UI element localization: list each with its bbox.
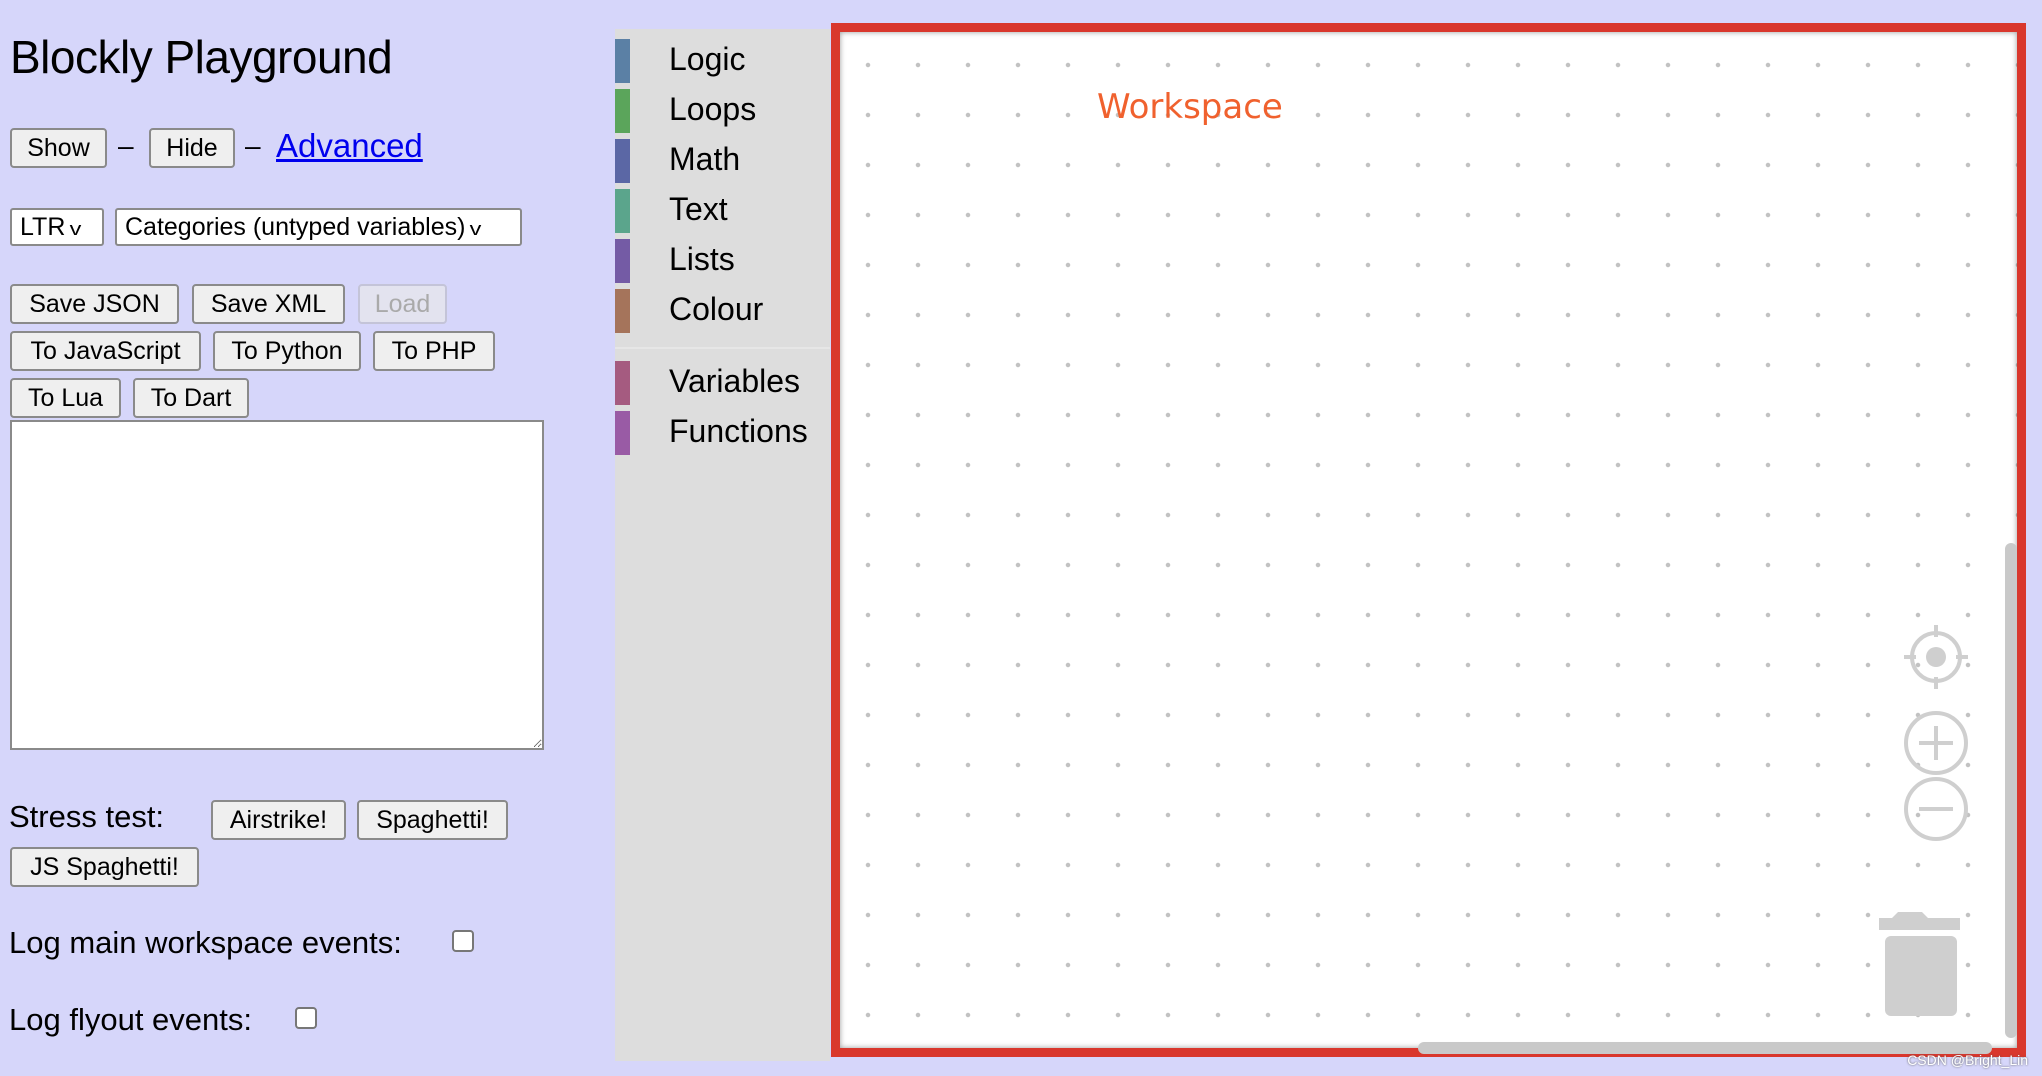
horizontal-scrollbar[interactable] [1418,1042,1992,1054]
category-label: Functions [669,413,808,449]
category-color-bar [615,39,630,83]
toolbox-select[interactable]: Categories (untyped variables) v [115,208,522,246]
category-color-bar [615,361,630,405]
toolbox-category-colour[interactable]: Colour [615,289,830,333]
category-label: Lists [669,241,735,277]
toolbox-category-text[interactable]: Text [615,189,830,233]
to-javascript-button[interactable]: To JavaScript [10,331,201,371]
js-spaghetti-button[interactable]: JS Spaghetti! [10,847,199,887]
vertical-scrollbar[interactable] [2005,543,2017,1038]
page-title: Blockly Playground [10,31,393,83]
category-color-bar [615,89,630,133]
advanced-link[interactable]: Advanced [276,127,423,165]
category-label: Colour [669,291,764,327]
zoom-out-icon[interactable] [1901,777,1971,847]
to-lua-button[interactable]: To Lua [10,378,121,418]
zoom-in-icon[interactable] [1901,708,1971,778]
stress-test-label: Stress test: [9,799,165,834]
category-label: Variables [669,363,801,399]
to-dart-button[interactable]: To Dart [133,378,249,418]
category-color-bar [615,189,630,233]
to-python-button[interactable]: To Python [213,331,361,371]
save-xml-button[interactable]: Save XML [192,284,345,324]
category-color-bar [615,139,630,183]
category-color-bar [615,411,630,455]
save-json-button[interactable]: Save JSON [10,284,179,324]
chevron-down-icon: v [470,219,482,239]
category-color-bar [615,289,630,333]
to-php-button[interactable]: To PHP [373,331,495,371]
direction-value: LTR [20,213,66,241]
code-output-textarea[interactable] [10,420,544,750]
show-button[interactable]: Show [10,128,107,168]
category-label: Loops [669,91,757,127]
category-label: Logic [669,41,746,77]
log-flyout-label: Log flyout events: [9,1002,252,1037]
category-label: Text [669,191,728,227]
toolbox-category-loops[interactable]: Loops [615,89,830,133]
chevron-down-icon: v [70,219,82,239]
category-color-bar [615,239,630,283]
toolbox-category-lists[interactable]: Lists [615,239,830,283]
spaghetti-button[interactable]: Spaghetti! [357,800,508,840]
toolbox-category-math[interactable]: Math [615,139,830,183]
toolbox: Logic Loops Math Text Lists Colour Variables Fu… [615,29,830,1061]
direction-select[interactable]: LTR v [10,208,104,246]
toolbox-category-functions[interactable]: Functions [615,411,830,455]
workspace-label: Workspace [1097,87,1283,127]
trash-icon[interactable] [1876,908,1966,1018]
toolbox-separator [615,347,830,349]
log-flyout-checkbox[interactable] [295,1007,317,1029]
separator: – [245,130,261,161]
recenter-icon[interactable] [1901,622,1971,692]
watermark: CSDN @Bright_Lin [1907,1052,2028,1068]
toolbox-value: Categories (untyped variables) [125,213,466,241]
hide-button[interactable]: Hide [149,128,235,168]
separator: – [118,130,134,161]
category-label: Math [669,141,741,177]
load-button[interactable]: Load [358,284,447,324]
airstrike-button[interactable]: Airstrike! [211,800,346,840]
log-main-checkbox[interactable] [452,930,474,952]
workspace[interactable]: Workspace [831,23,2026,1057]
toolbox-category-logic[interactable]: Logic [615,39,830,83]
toolbox-category-variables[interactable]: Variables [615,361,830,405]
log-main-label: Log main workspace events: [9,925,402,960]
